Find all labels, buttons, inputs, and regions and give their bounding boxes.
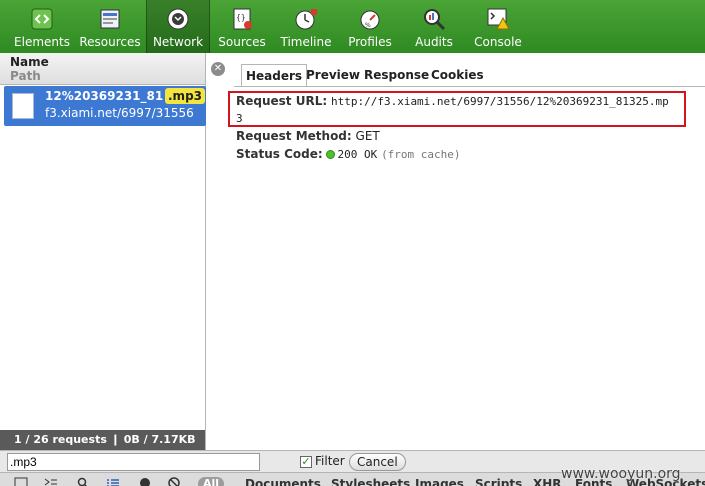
tab-resources[interactable]: Resources bbox=[74, 0, 146, 53]
panel-toolbar: Elements Resources Network {} Sources Ti… bbox=[0, 0, 705, 53]
timeline-icon bbox=[293, 6, 319, 32]
request-url-value: http://f3.xiami.net/6997/31556/12%203692… bbox=[330, 95, 669, 108]
sources-icon: {} bbox=[229, 6, 255, 32]
tab-headers[interactable]: Headers bbox=[241, 64, 308, 86]
tab-audits[interactable]: Audits bbox=[402, 0, 466, 53]
cancel-button[interactable]: Cancel bbox=[349, 453, 406, 471]
tab-resources-label: Resources bbox=[79, 35, 141, 49]
request-path: f3.xiami.net/6997/31556 bbox=[45, 106, 194, 120]
svg-text:%: % bbox=[365, 22, 371, 29]
tab-console[interactable]: Console bbox=[466, 0, 530, 53]
devtools-window: Elements Resources Network {} Sources Ti… bbox=[0, 0, 705, 486]
filter-checkbox-label: Filter bbox=[315, 454, 345, 468]
tab-timeline[interactable]: Timeline bbox=[274, 0, 338, 53]
request-details-panel: ✕ Headers Preview Response Cookies Reque… bbox=[207, 53, 705, 450]
request-url-label: Request URL: bbox=[236, 94, 328, 108]
search-icon[interactable] bbox=[76, 476, 90, 486]
filter-xhr-button[interactable]: XHR bbox=[533, 477, 562, 486]
list-view-icon[interactable] bbox=[106, 476, 120, 486]
resources-icon bbox=[97, 6, 123, 32]
name-path-column-header[interactable]: Name Path bbox=[0, 53, 205, 85]
tab-profiles[interactable]: % Profiles bbox=[338, 0, 402, 53]
tab-audits-label: Audits bbox=[415, 35, 453, 49]
status-code-value: 200 OK bbox=[337, 148, 378, 161]
svg-text:{}: {} bbox=[236, 13, 246, 22]
tab-preview[interactable]: Preview bbox=[306, 64, 360, 86]
filter-input[interactable] bbox=[7, 453, 260, 471]
tab-response[interactable]: Response bbox=[364, 64, 429, 86]
tab-elements[interactable]: Elements bbox=[10, 0, 74, 53]
clear-icon[interactable] bbox=[167, 476, 181, 486]
tab-elements-label: Elements bbox=[14, 35, 70, 49]
status-code-label: Status Code: bbox=[236, 147, 323, 161]
tab-cookies[interactable]: Cookies bbox=[431, 64, 484, 86]
filter-documents-button[interactable]: Documents bbox=[245, 477, 321, 486]
column-path-label: Path bbox=[10, 69, 41, 83]
request-name: 12%20369231_81325 bbox=[45, 89, 163, 103]
request-extension-badge: .mp3 bbox=[165, 88, 206, 104]
status-code-row: Status Code: 200 OK (from cache) bbox=[236, 146, 461, 163]
close-details-icon[interactable]: ✕ bbox=[211, 62, 225, 76]
tab-network-label: Network bbox=[152, 35, 204, 49]
tab-sources-label: Sources bbox=[218, 35, 266, 49]
audits-icon bbox=[421, 6, 447, 32]
request-url-row-wrap: 3 bbox=[236, 110, 243, 127]
status-code-note: (from cache) bbox=[381, 148, 461, 161]
show-console-icon[interactable] bbox=[44, 476, 58, 486]
request-method-value: GET bbox=[355, 129, 380, 143]
request-method-label: Request Method: bbox=[236, 129, 352, 143]
column-name-label: Name bbox=[10, 55, 49, 69]
tabs-divider bbox=[234, 86, 705, 87]
dock-icon[interactable] bbox=[14, 476, 28, 486]
filter-scripts-button[interactable]: Scripts bbox=[475, 477, 522, 486]
watermark-text: www.wooyun.org bbox=[561, 466, 681, 482]
request-list-panel: Name Path 12%20369231_81325 .mp3 f3.xiam… bbox=[0, 53, 206, 450]
tab-profiles-label: Profiles bbox=[348, 35, 392, 49]
network-icon bbox=[165, 6, 191, 32]
request-url-row: Request URL: http://f3.xiami.net/6997/31… bbox=[236, 93, 669, 110]
filter-images-button[interactable]: Images bbox=[415, 477, 464, 486]
console-icon bbox=[485, 6, 511, 32]
elements-icon bbox=[29, 6, 55, 32]
filter-checkbox[interactable]: ✓ bbox=[300, 456, 312, 468]
request-count-status: 1 / 26 requests ❙ 0B / 7.17KB bbox=[0, 430, 205, 450]
tab-network[interactable]: Network bbox=[146, 0, 210, 53]
request-row-selected[interactable]: 12%20369231_81325 .mp3 f3.xiami.net/6997… bbox=[4, 86, 206, 126]
profiles-icon: % bbox=[357, 6, 383, 32]
tab-timeline-label: Timeline bbox=[280, 35, 332, 49]
tab-sources[interactable]: {} Sources bbox=[210, 0, 274, 53]
filter-stylesheets-button[interactable]: Stylesheets bbox=[331, 477, 410, 486]
record-icon[interactable] bbox=[138, 476, 152, 486]
file-icon bbox=[12, 93, 34, 119]
status-ok-icon bbox=[326, 150, 336, 159]
request-method-row: Request Method: GET bbox=[236, 128, 380, 144]
request-url-value-wrap: 3 bbox=[236, 112, 243, 125]
tab-console-label: Console bbox=[474, 35, 522, 49]
filter-all-button[interactable]: All bbox=[198, 477, 225, 486]
